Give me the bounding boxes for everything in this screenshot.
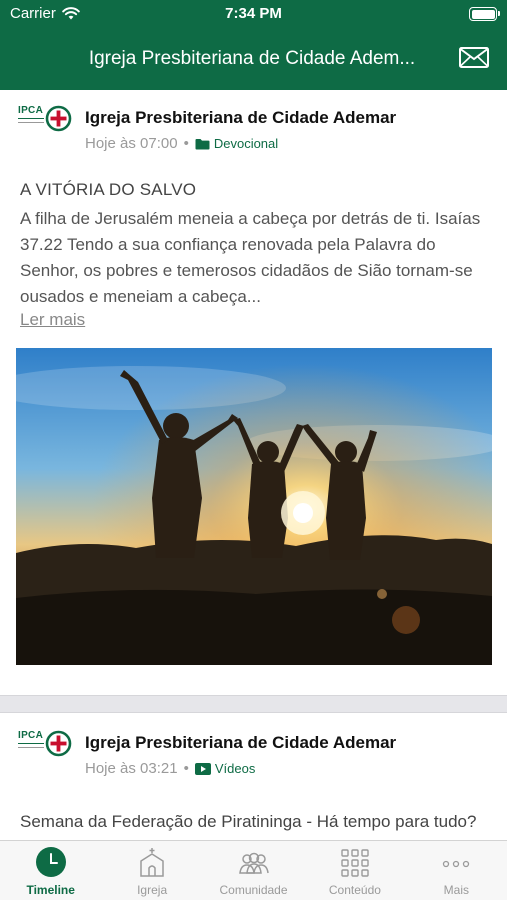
people-icon bbox=[238, 852, 269, 874]
church-logo: IPCA bbox=[16, 104, 74, 134]
post-card[interactable]: IPCA Igreja Presbiteriana de Cidade Adem… bbox=[0, 713, 507, 840]
post-time: Hoje às 03:21 bbox=[85, 760, 178, 777]
post-time: Hoje às 07:00 bbox=[85, 135, 178, 152]
post-meta: Hoje às 03:21 • Vídeos bbox=[85, 760, 255, 777]
post-title: A VITÓRIA DO SALVO bbox=[20, 180, 197, 199]
post-header: IPCA Igreja Presbiteriana de Cidade Adem… bbox=[16, 729, 491, 783]
page-title: Igreja Presbiteriana de Cidade Adem... bbox=[88, 48, 416, 69]
play-video-icon bbox=[194, 762, 211, 775]
post-divider bbox=[0, 695, 507, 713]
tab-label: Conteúdo bbox=[328, 883, 381, 897]
post-meta: Hoje às 07:00 • Devocional bbox=[85, 135, 278, 152]
read-more-link[interactable]: Ler mais bbox=[20, 310, 85, 330]
post-author[interactable]: Igreja Presbiteriana de Cidade Ademar bbox=[85, 733, 396, 753]
more-dots-icon bbox=[443, 860, 470, 868]
post-category[interactable]: Devocional bbox=[214, 136, 278, 151]
clock-icon bbox=[35, 847, 66, 877]
battery-icon bbox=[469, 7, 500, 21]
post-image[interactable] bbox=[16, 348, 492, 665]
post-body: A filha de Jerusalém meneia a cabeça por… bbox=[20, 209, 481, 306]
tab-label: Mais bbox=[443, 883, 469, 897]
post-header: IPCA Igreja Presbiteriana de Cidade Adem… bbox=[16, 104, 491, 158]
tab-comunidade[interactable]: Comunidade bbox=[203, 841, 304, 900]
tab-label: Igreja bbox=[137, 883, 168, 897]
timeline-feed[interactable]: IPCA Igreja Presbiteriana de Cidade Adem… bbox=[0, 90, 507, 840]
tab-label: Comunidade bbox=[219, 883, 288, 897]
post-category[interactable]: Vídeos bbox=[215, 761, 255, 776]
grid-icon bbox=[341, 849, 369, 877]
church-icon bbox=[140, 848, 164, 877]
top-bar: Carrier 7:34 PM Igreja Presbiteriana de … bbox=[0, 0, 507, 90]
envelope-icon[interactable] bbox=[459, 47, 489, 68]
tab-timeline[interactable]: Timeline bbox=[0, 841, 101, 900]
post-title: Semana da Federação de Piratininga - Há … bbox=[20, 812, 477, 831]
post-author[interactable]: Igreja Presbiteriana de Cidade Ademar bbox=[85, 108, 396, 128]
tab-bar: Timeline Igreja Comunidade Conteúdo Mais bbox=[0, 840, 507, 900]
tab-label: Timeline bbox=[26, 883, 75, 897]
meta-separator: • bbox=[183, 135, 189, 152]
meta-separator: • bbox=[183, 760, 189, 777]
tab-conteudo[interactable]: Conteúdo bbox=[304, 841, 405, 900]
church-logo: IPCA bbox=[16, 729, 74, 759]
post-card[interactable]: IPCA Igreja Presbiteriana de Cidade Adem… bbox=[0, 90, 507, 695]
status-bar: Carrier 7:34 PM bbox=[0, 0, 507, 28]
tab-igreja[interactable]: Igreja bbox=[101, 841, 202, 900]
status-time: 7:34 PM bbox=[225, 5, 282, 22]
tab-mais[interactable]: Mais bbox=[406, 841, 507, 900]
folder-icon bbox=[195, 138, 210, 149]
